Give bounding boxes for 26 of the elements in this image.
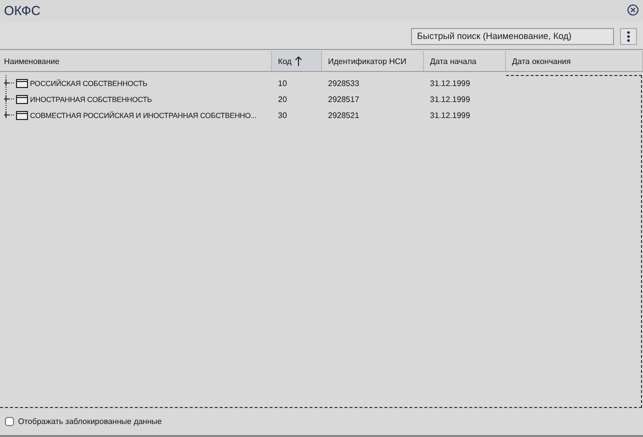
table-cell: 30 — [278, 110, 287, 120]
checkbox-label: Отображать заблокированные данные — [18, 417, 162, 426]
column-header[interactable]: Дата начала — [424, 51, 506, 71]
table-cell: 2928521 — [328, 110, 360, 120]
close-icon[interactable] — [627, 4, 639, 16]
folder-icon — [16, 78, 28, 88]
table-cell: 31.12.1999 — [430, 78, 470, 88]
sort-arrow-icon — [294, 56, 302, 66]
checkbox[interactable] — [5, 417, 14, 426]
folder-icon — [16, 110, 28, 120]
window-title: ОКФС — [4, 2, 41, 18]
table-cell: 2928533 — [328, 78, 360, 88]
more-button[interactable] — [620, 28, 637, 44]
more-icon — [627, 30, 630, 42]
folder-icon — [16, 94, 28, 104]
expand-icon[interactable] — [4, 91, 14, 107]
column-header[interactable]: Код — [272, 51, 322, 71]
table-cell: 31.12.1999 — [430, 110, 470, 120]
search-field[interactable]: Быстрый поиск (Наименование, Код) — [411, 28, 614, 44]
column-header[interactable]: Дата окончания — [506, 51, 643, 71]
table-cell: 10 — [278, 78, 287, 88]
table-cell: 31.12.1999 — [430, 94, 470, 104]
table-cell: 2928517 — [328, 94, 360, 104]
expand-icon[interactable] — [4, 75, 14, 91]
column-header[interactable]: Идентификатор НСИ — [322, 51, 424, 71]
table-cell: 20 — [278, 94, 287, 104]
